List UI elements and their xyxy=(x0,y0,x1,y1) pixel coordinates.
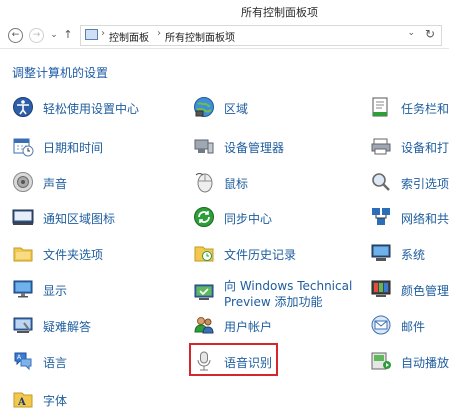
breadcrumb-separator: › xyxy=(157,28,161,39)
calendar-clock-icon xyxy=(13,138,34,157)
file-history-icon xyxy=(194,246,214,262)
color-management-icon xyxy=(371,280,391,297)
item-label: 文件历史记录 xyxy=(224,248,297,262)
item-label: 任务栏和 xyxy=(401,102,449,116)
item-label: 字体 xyxy=(43,394,68,408)
control-panel-icon xyxy=(85,29,98,40)
window-title: 所有控制面板项 xyxy=(241,6,318,19)
item-label: 网络和共 xyxy=(401,212,449,226)
network-sharing-icon xyxy=(372,208,390,225)
add-features-icon xyxy=(194,284,214,300)
item-label: 索引选项 xyxy=(401,177,449,191)
troubleshooting-icon xyxy=(13,317,33,333)
item-label: 同步中心 xyxy=(224,212,273,226)
item-label: 用户帐户 xyxy=(224,320,273,334)
breadcrumb-separator: › xyxy=(225,28,229,39)
item-label-line-2: Preview 添加功能 xyxy=(224,295,323,309)
back-button[interactable]: ← xyxy=(8,28,23,43)
ease-of-access-icon xyxy=(13,97,33,117)
fonts-icon: A xyxy=(13,392,33,408)
page-heading: 调整计算机的设置 xyxy=(12,66,109,80)
devices-printers-icon xyxy=(371,138,391,155)
autoplay-icon xyxy=(371,352,391,370)
item-label: 系统 xyxy=(401,248,426,262)
item-label: 疑难解答 xyxy=(43,320,92,334)
highlight-box xyxy=(189,343,278,376)
sync-center-icon xyxy=(194,207,214,227)
notification-area-icon xyxy=(12,209,34,225)
speaker-icon xyxy=(13,172,33,192)
item-label: 显示 xyxy=(43,284,68,298)
region-globe-icon xyxy=(194,97,214,117)
mouse-icon xyxy=(195,173,213,193)
taskbar-icon xyxy=(372,97,388,117)
language-icon: A xyxy=(14,352,32,371)
address-dropdown-icon[interactable]: ⌄ xyxy=(407,28,415,38)
item-label: 设备管理器 xyxy=(224,141,285,155)
forward-button[interactable]: → xyxy=(29,28,44,43)
display-icon xyxy=(13,280,33,298)
refresh-button[interactable]: ↻ xyxy=(425,27,435,41)
breadcrumb-control-panel[interactable]: 控制面板 xyxy=(109,29,149,44)
item-label: 轻松使用设置中心 xyxy=(43,102,140,116)
svg-text:A: A xyxy=(17,397,26,408)
system-icon xyxy=(371,244,391,261)
item-label: 区域 xyxy=(224,102,249,116)
device-manager-icon xyxy=(194,139,214,154)
item-label: 邮件 xyxy=(401,320,426,334)
item-label-line-1: 向 Windows Technical xyxy=(224,279,353,293)
breadcrumb-separator: › xyxy=(101,28,105,39)
address-bar[interactable]: › 控制面板 › 所有控制面板项 › ⌄ ↻ xyxy=(80,25,442,46)
item-label: 通知区域图标 xyxy=(43,212,116,226)
item-label: 语言 xyxy=(43,356,68,370)
item-label: 向 Windows Technical Preview 添加功能 xyxy=(224,278,352,310)
user-accounts-icon xyxy=(194,317,214,334)
item-label: 设备和打 xyxy=(401,141,449,155)
mail-icon xyxy=(371,315,391,335)
item-label: 文件夹选项 xyxy=(43,248,104,262)
indexing-icon xyxy=(372,173,390,191)
title-bar: 所有控制面板项 xyxy=(0,0,449,22)
item-label: 颜色管理 xyxy=(401,284,449,298)
navigation-bar: ← → ⌄ ↑ › 控制面板 › 所有控制面板项 › ⌄ ↻ xyxy=(0,22,449,49)
up-button[interactable]: ↑ xyxy=(60,27,76,43)
item-label: 日期和时间 xyxy=(43,141,104,155)
item-label: 鼠标 xyxy=(224,177,249,191)
folder-options-icon xyxy=(13,247,33,262)
item-label: 自动播放 xyxy=(401,356,449,370)
item-label: 声音 xyxy=(43,177,68,191)
